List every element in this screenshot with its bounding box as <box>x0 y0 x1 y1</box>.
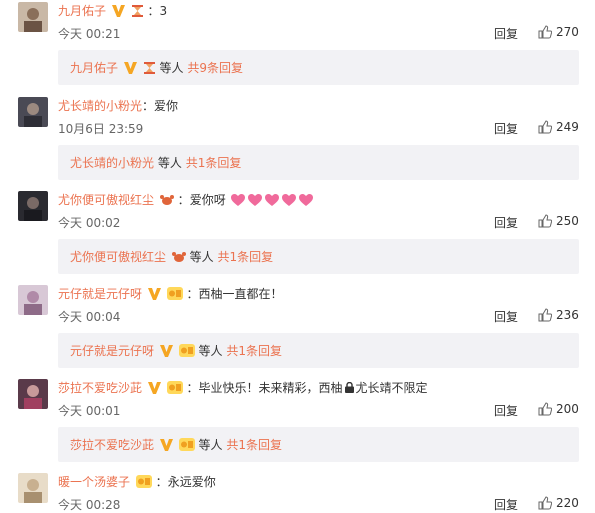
like-button[interactable]: 270 <box>538 24 579 40</box>
reply-button[interactable]: 回复 <box>494 403 518 419</box>
sub-reply-box[interactable]: 尤你便可傲视红尘 等人 共1条回复 <box>58 239 579 274</box>
sub-reply-box[interactable]: 九月佑子 等人 共9条回复 <box>58 50 579 85</box>
sub-reply-others: 等人 <box>157 156 182 170</box>
like-count: 220 <box>556 496 579 510</box>
thumbs-up-icon <box>538 25 553 39</box>
username-link[interactable]: 九月佑子 <box>58 4 106 18</box>
username-link[interactable]: 暖一个汤婆子 <box>58 475 130 489</box>
comment-text: 3 <box>159 4 168 18</box>
sub-reply-username[interactable]: 尤长靖的小粉光 <box>70 156 154 170</box>
level-badge-icon <box>178 438 195 455</box>
verified-v-icon <box>123 62 137 78</box>
verified-v-icon <box>111 5 125 21</box>
thumbs-up-icon <box>538 496 553 510</box>
hearts-emoji-icon <box>230 193 315 207</box>
like-count: 236 <box>556 308 579 322</box>
comment-text: 西柚一直都在！ <box>198 287 283 301</box>
username-link[interactable]: 尤你便可傲视红尘 <box>58 193 154 207</box>
reply-button[interactable]: 回复 <box>494 26 518 42</box>
comment-text: 毕业快乐！未来精彩，西柚 <box>198 381 343 395</box>
reply-button[interactable]: 回复 <box>494 497 518 513</box>
thumbs-up-icon <box>538 214 553 228</box>
avatar[interactable] <box>18 379 48 409</box>
comment-time: 今天 00:01 <box>58 404 121 418</box>
crab-badge-icon <box>171 251 186 267</box>
comment-text: 爱你呀 <box>189 193 226 207</box>
verified-v-icon <box>159 345 173 361</box>
sub-reply-others: 等人 <box>159 61 184 75</box>
like-button[interactable]: 249 <box>538 119 579 135</box>
comment-time: 今天 00:28 <box>58 498 121 512</box>
level-badge-icon <box>135 475 152 492</box>
avatar[interactable] <box>18 2 48 32</box>
sub-reply-username[interactable]: 尤你便可傲视红尘 <box>70 250 166 264</box>
thumbs-up-icon <box>538 120 553 134</box>
hourglass-badge-icon <box>131 5 144 21</box>
sub-reply-username[interactable]: 九月佑子 <box>70 61 118 75</box>
sub-reply-username[interactable]: 莎拉不爱吃沙茈 <box>70 438 154 452</box>
comment-time: 10月6日 23:59 <box>58 122 144 136</box>
comment-time: 今天 00:21 <box>58 27 121 41</box>
like-count: 270 <box>556 25 579 39</box>
sub-reply-count-link[interactable]: 共1条回复 <box>186 156 242 170</box>
avatar[interactable] <box>18 97 48 127</box>
sub-reply-box[interactable]: 尤长靖的小粉光 等人 共1条回复 <box>58 145 579 180</box>
level-badge-icon <box>166 287 183 304</box>
like-count: 200 <box>556 402 579 416</box>
sub-reply-username[interactable]: 元仔就是元仔呀 <box>70 344 154 358</box>
verified-v-icon <box>147 288 161 304</box>
sub-reply-count-link[interactable]: 共1条回复 <box>218 250 274 264</box>
lock-icon <box>344 381 354 393</box>
level-badge-icon <box>178 344 195 361</box>
username-link[interactable]: 尤长靖的小粉光 <box>58 99 142 113</box>
comment-text: 永远爱你 <box>167 475 216 489</box>
sub-reply-box[interactable]: 莎拉不爱吃沙茈 等人 共1条回复 <box>58 427 579 462</box>
like-count: 250 <box>556 214 579 228</box>
verified-v-icon <box>159 439 173 455</box>
sub-reply-others: 等人 <box>189 250 214 264</box>
reply-button[interactable]: 回复 <box>494 215 518 231</box>
comment-text-continued: 尤长靖不限定 <box>355 381 428 395</box>
like-button[interactable]: 236 <box>538 307 579 323</box>
hourglass-badge-icon <box>143 62 156 78</box>
username-link[interactable]: 元仔就是元仔呀 <box>58 287 142 301</box>
sub-reply-others: 等人 <box>198 344 223 358</box>
comment-time: 今天 00:04 <box>58 310 121 324</box>
crab-badge-icon <box>159 194 174 210</box>
like-count: 249 <box>556 120 579 134</box>
level-badge-icon <box>166 381 183 398</box>
reply-button[interactable]: 回复 <box>494 121 518 137</box>
like-button[interactable]: 220 <box>538 495 579 511</box>
like-button[interactable]: 250 <box>538 213 579 229</box>
thumbs-up-icon <box>538 402 553 416</box>
like-button[interactable]: 200 <box>538 401 579 417</box>
avatar[interactable] <box>18 473 48 503</box>
comment-time: 今天 00:02 <box>58 216 121 230</box>
sub-reply-count-link[interactable]: 共1条回复 <box>226 344 282 358</box>
sub-reply-box[interactable]: 元仔就是元仔呀 等人 共1条回复 <box>58 333 579 368</box>
username-link[interactable]: 莎拉不爱吃沙茈 <box>58 381 142 395</box>
reply-button[interactable]: 回复 <box>494 309 518 325</box>
avatar[interactable] <box>18 191 48 221</box>
sub-reply-others: 等人 <box>198 438 223 452</box>
comment-text: 爱你 <box>154 99 179 113</box>
verified-v-icon <box>147 382 161 398</box>
sub-reply-count-link[interactable]: 共9条回复 <box>187 61 243 75</box>
avatar[interactable] <box>18 285 48 315</box>
thumbs-up-icon <box>538 308 553 322</box>
sub-reply-count-link[interactable]: 共1条回复 <box>226 438 282 452</box>
